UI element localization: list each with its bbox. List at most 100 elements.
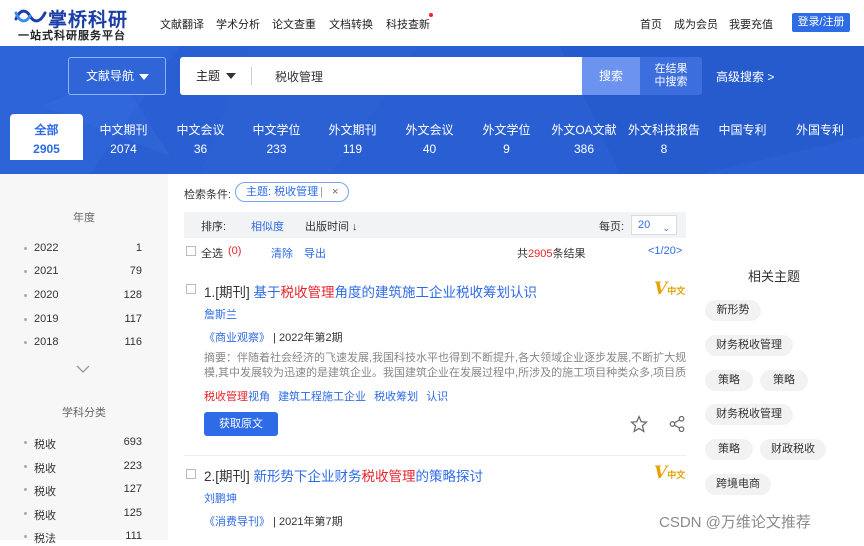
caret-down-icon[interactable] [226, 73, 236, 79]
tab-foreign-degree[interactable]: 外文学位 9 [470, 114, 543, 160]
sort-by-publish-time[interactable]: 出版时间 ↓ [305, 218, 358, 234]
result-source: 《商业观察》 | 2022年第2期 [204, 329, 343, 345]
keyword[interactable]: 认识 [426, 391, 448, 403]
year-filter-item[interactable]: 2022 1 [24, 242, 142, 256]
year-count: 116 [124, 336, 142, 348]
related-topic-tag[interactable]: 策略 [705, 370, 753, 391]
result-index: 2.[期刊] [204, 469, 250, 484]
result-title[interactable]: 2.[期刊] 新形势下企业财务税收管理的策略探讨 [204, 465, 483, 485]
subject-filter-item[interactable]: 税收 125 [24, 507, 142, 522]
tab-foreign-oa[interactable]: 外文OA文献 386 [546, 114, 622, 160]
select-all-label[interactable]: 全选 [201, 245, 223, 261]
share-icon[interactable] [668, 415, 686, 433]
nav-plagiarism[interactable]: 论文查重 [272, 16, 316, 32]
year-label: 2018 [34, 336, 59, 348]
doc-nav-dropdown[interactable]: 文献导航 [68, 57, 166, 95]
year-filter-item[interactable]: 2019 117 [24, 313, 142, 327]
subject-filter-item[interactable]: 税收 127 [24, 483, 142, 498]
related-topic-tag[interactable]: 财务税收管理 [705, 404, 793, 425]
related-topic-tag[interactable]: 财政税收 [760, 439, 826, 460]
nav-home[interactable]: 首页 [640, 16, 662, 32]
related-topic-tag[interactable]: 策略 [705, 439, 753, 460]
brand-slogan: 一站式科研服务平台 [18, 29, 126, 42]
tab-foreign-tech-report[interactable]: 外文科技报告 8 [624, 114, 704, 160]
sort-bar: 排序: 相似度 出版时间 ↓ 每页: 20 ⌄ [184, 212, 686, 238]
tab-foreign-journal[interactable]: 外文期刊 119 [316, 114, 389, 160]
journal-link[interactable]: 《消费导刊》 [204, 516, 270, 528]
advanced-search-link[interactable]: 高级搜索 > [716, 68, 774, 85]
subject-filter-item[interactable]: 税收 693 [24, 436, 142, 451]
related-topic-tag[interactable]: 跨境电商 [705, 474, 771, 495]
keyword[interactable]: 税收管理视角 [204, 391, 270, 403]
search-within-results-button[interactable]: 在结果 中搜索 [640, 57, 702, 95]
result-author[interactable]: 刘鹏坤 [204, 490, 237, 506]
year-filter-title: 年度 [73, 212, 95, 224]
keyword[interactable]: 税收筹划 [374, 391, 418, 403]
related-topic-tag[interactable]: 策略 [760, 370, 808, 391]
nav-recharge[interactable]: 我要充值 [729, 16, 773, 32]
per-page-label: 每页: [599, 221, 625, 233]
criteria-tag: 主题: 税收管理 | × [235, 182, 349, 202]
tab-all[interactable]: 全部 2905 [10, 114, 83, 160]
select-all-checkbox[interactable] [186, 246, 196, 256]
per-page-select[interactable]: 20 ⌄ [631, 215, 677, 235]
year-label: 2022 [34, 242, 59, 254]
tab-cn-patent[interactable]: 中国专利 [706, 114, 779, 160]
keyword[interactable]: 建筑工程施工企业 [278, 391, 366, 403]
journal-link[interactable]: 《商业观察》 [204, 332, 270, 344]
subject-filter-item[interactable]: 税收 223 [24, 460, 142, 475]
star-icon[interactable] [630, 415, 648, 433]
subject-label: 税收 [34, 439, 56, 451]
total-suffix: 条结果 [552, 248, 586, 260]
subject-label: 税法 [34, 533, 56, 545]
login-register-button[interactable]: 登录/注册 [792, 13, 850, 32]
nav-translate[interactable]: 文献翻译 [160, 16, 204, 32]
search-scope-select[interactable]: 主题 [196, 57, 220, 95]
nav-analysis[interactable]: 学术分析 [216, 16, 260, 32]
result-source: 《消费导刊》 | 2021年第7期 [204, 513, 343, 529]
result-author[interactable]: 詹斯兰 [204, 306, 237, 322]
issue: | 2022年第2期 [273, 332, 343, 344]
year-filter-item[interactable]: 2018 116 [24, 336, 142, 350]
related-topic-tag[interactable]: 财务税收管理 [705, 335, 793, 356]
sort-by-relevance[interactable]: 相似度 [251, 218, 284, 234]
new-indicator-dot [429, 13, 433, 17]
result-checkbox[interactable] [186, 284, 196, 294]
subject-filter-item[interactable]: 税法 111 [24, 530, 142, 545]
tab-foreign-patent[interactable]: 外国专利 [782, 114, 858, 160]
tab-foreign-conference[interactable]: 外文会议 40 [393, 114, 466, 160]
bullet-icon [24, 465, 27, 468]
site-logo[interactable]: 掌桥科研 一站式科研服务平台 [14, 5, 134, 43]
bullet-icon [24, 441, 27, 444]
related-topic-tag[interactable]: 新形势 [705, 300, 761, 321]
issue: | 2021年第7期 [273, 516, 343, 528]
result-checkbox[interactable] [186, 469, 196, 479]
search-input[interactable] [275, 66, 565, 86]
year-filter-item[interactable]: 2021 79 [24, 265, 142, 279]
tab-cn-conference[interactable]: 中文会议 36 [164, 114, 237, 160]
related-topics-title: 相关主题 [748, 269, 801, 284]
result-title[interactable]: 1.[期刊] 基于税收管理角度的建筑施工企业税收筹划认识 [204, 281, 537, 301]
chevron-down-icon[interactable] [76, 364, 90, 374]
title-part: 基于 [253, 285, 281, 300]
export-link[interactable]: 导出 [304, 245, 326, 261]
pagination[interactable]: <1/20> [648, 245, 682, 257]
search-button[interactable]: 搜索 [582, 57, 640, 95]
search-banner: 文献导航 主题 搜索 在结果 中搜索 高级搜索 > 全部 2905 中文期刊 207… [0, 46, 864, 174]
bullet-icon [24, 535, 27, 538]
get-fulltext-button[interactable]: 获取原文 [204, 412, 278, 436]
tab-cn-degree[interactable]: 中文学位 233 [240, 114, 313, 160]
title-highlight: 税收管理 [361, 469, 416, 484]
year-filter-item[interactable]: 2020 128 [24, 289, 142, 303]
tab-cn-journal[interactable]: 中文期刊 2074 [87, 114, 160, 160]
tab-label: 中文会议 [176, 123, 225, 137]
close-icon[interactable]: × [332, 183, 338, 201]
doc-nav-label: 文献导航 [86, 69, 135, 83]
cn-language-badge: V中文 [654, 463, 685, 483]
nav-novelty-search[interactable]: 科技查新 [386, 16, 430, 32]
nav-doc-convert[interactable]: 文档转换 [329, 16, 373, 32]
clear-link[interactable]: 清除 [271, 245, 293, 261]
tab-label: 外文科技报告 [627, 123, 700, 137]
nav-membership[interactable]: 成为会员 [674, 16, 718, 32]
tab-count: 233 [266, 142, 287, 156]
